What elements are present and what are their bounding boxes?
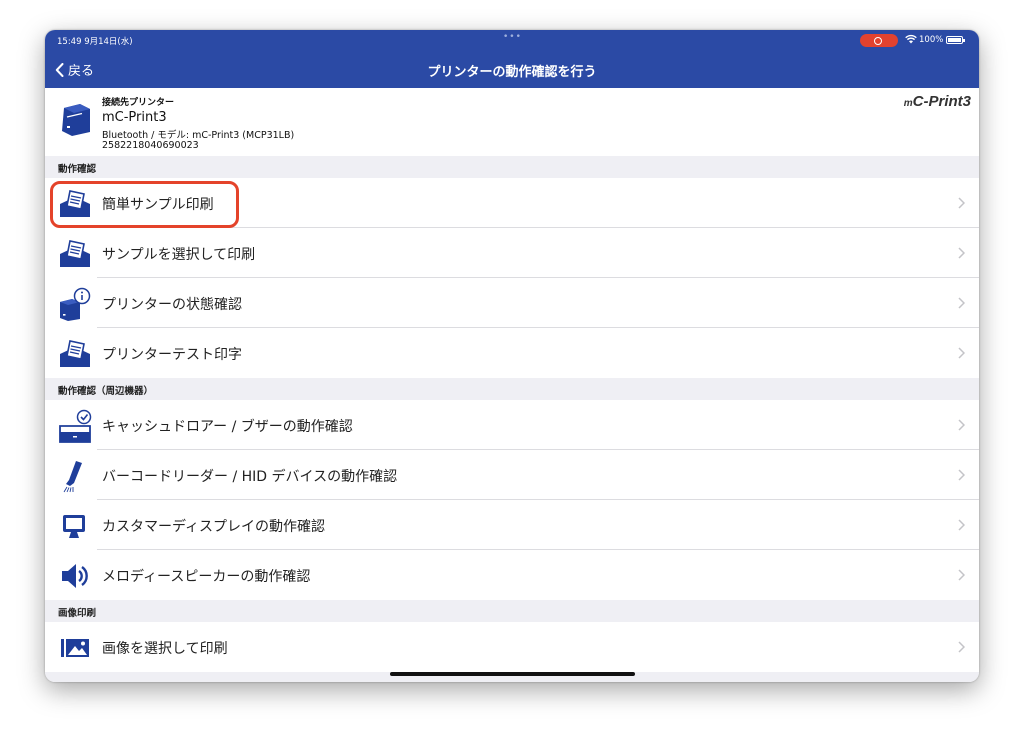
status-time: 15:49 9月14日(水) [57, 37, 133, 47]
chevron-right-icon [958, 247, 965, 259]
row-melody-speaker[interactable]: メロディースピーカーの動作確認 [45, 550, 979, 600]
wifi-icon [905, 34, 917, 47]
navigation-bar: 戻る プリンターの動作確認を行う [45, 50, 979, 88]
row-label: 画像を選択して印刷 [102, 641, 228, 657]
row-label: キャッシュドロアー / ブザーの動作確認 [102, 419, 353, 435]
chevron-right-icon [958, 347, 965, 359]
chevron-right-icon [958, 519, 965, 531]
chevron-right-icon [958, 569, 965, 581]
printer-heading: 接続先プリンター [102, 98, 175, 108]
printer-detail: Bluetooth / モデル: mC-Print3 (MCP31LB) [102, 130, 295, 141]
receipt-print-icon [60, 190, 90, 217]
home-indicator[interactable] [390, 672, 635, 676]
row-barcode-reader-hid[interactable]: バーコードリーダー / HID デバイスの動作確認 [45, 450, 979, 500]
chevron-right-icon [958, 641, 965, 653]
printer-serial: 2582218040690023 [102, 140, 199, 151]
barcode-scanner-icon [63, 461, 82, 493]
receipt-print-icon [60, 240, 90, 267]
row-printer-status[interactable]: プリンターの状態確認 [45, 278, 979, 328]
row-label: サンプルを選択して印刷 [102, 247, 256, 263]
screen-record-icon [860, 34, 898, 47]
monitor-icon [63, 515, 85, 538]
row-select-sample-print[interactable]: サンプルを選択して印刷 [45, 228, 979, 278]
row-label: メロディースピーカーの動作確認 [102, 569, 311, 585]
row-simple-sample-print[interactable]: 簡単サンプル印刷 [45, 178, 979, 228]
row-label: プリンターの状態確認 [102, 297, 242, 313]
page-title: プリンターの動作確認を行う [427, 65, 597, 80]
row-label: 簡単サンプル印刷 [102, 197, 214, 213]
settings-list: 接続先プリンター mC-Print3 Bluetooth / モデル: mC-P… [45, 88, 979, 682]
printer-icon [62, 104, 90, 136]
brand-logo: mC-Print3 [903, 93, 971, 110]
chevron-right-icon [958, 297, 965, 309]
battery-percent: 100% [919, 35, 944, 45]
image-icon [61, 639, 89, 657]
cash-drawer-icon [59, 409, 92, 443]
row-customer-display[interactable]: カスタマーディスプレイの動作確認 [45, 500, 979, 550]
row-select-image-print[interactable]: 画像を選択して印刷 [45, 622, 979, 672]
row-label: プリンターテスト印字 [102, 347, 242, 363]
row-label: カスタマーディスプレイの動作確認 [102, 519, 326, 535]
chevron-right-icon [958, 197, 965, 209]
section-header: 動作確認 [45, 156, 979, 178]
connected-printer-card: 接続先プリンター mC-Print3 Bluetooth / モデル: mC-P… [45, 88, 979, 156]
chevron-right-icon [958, 469, 965, 481]
row-label: バーコードリーダー / HID デバイスの動作確認 [102, 469, 398, 485]
device-frame: 15:49 9月14日(水) ••• 100% 戻る プリンターの動作確認を行う… [45, 30, 979, 682]
printer-name: mC-Print3 [102, 110, 167, 125]
receipt-print-icon [60, 340, 90, 367]
printer-info-icon [60, 287, 91, 321]
status-bar: 15:49 9月14日(水) ••• 100% [45, 30, 979, 50]
row-cash-drawer-buzzer[interactable]: キャッシュドロアー / ブザーの動作確認 [45, 400, 979, 450]
multitask-dots: ••• [503, 32, 522, 42]
row-printer-test-print[interactable]: プリンターテスト印字 [45, 328, 979, 378]
speaker-icon [62, 564, 88, 588]
battery-icon [946, 36, 965, 44]
section-header: 画像印刷 [45, 600, 979, 622]
section-header: 動作確認（周辺機器） [45, 378, 979, 400]
chevron-right-icon [958, 419, 965, 431]
